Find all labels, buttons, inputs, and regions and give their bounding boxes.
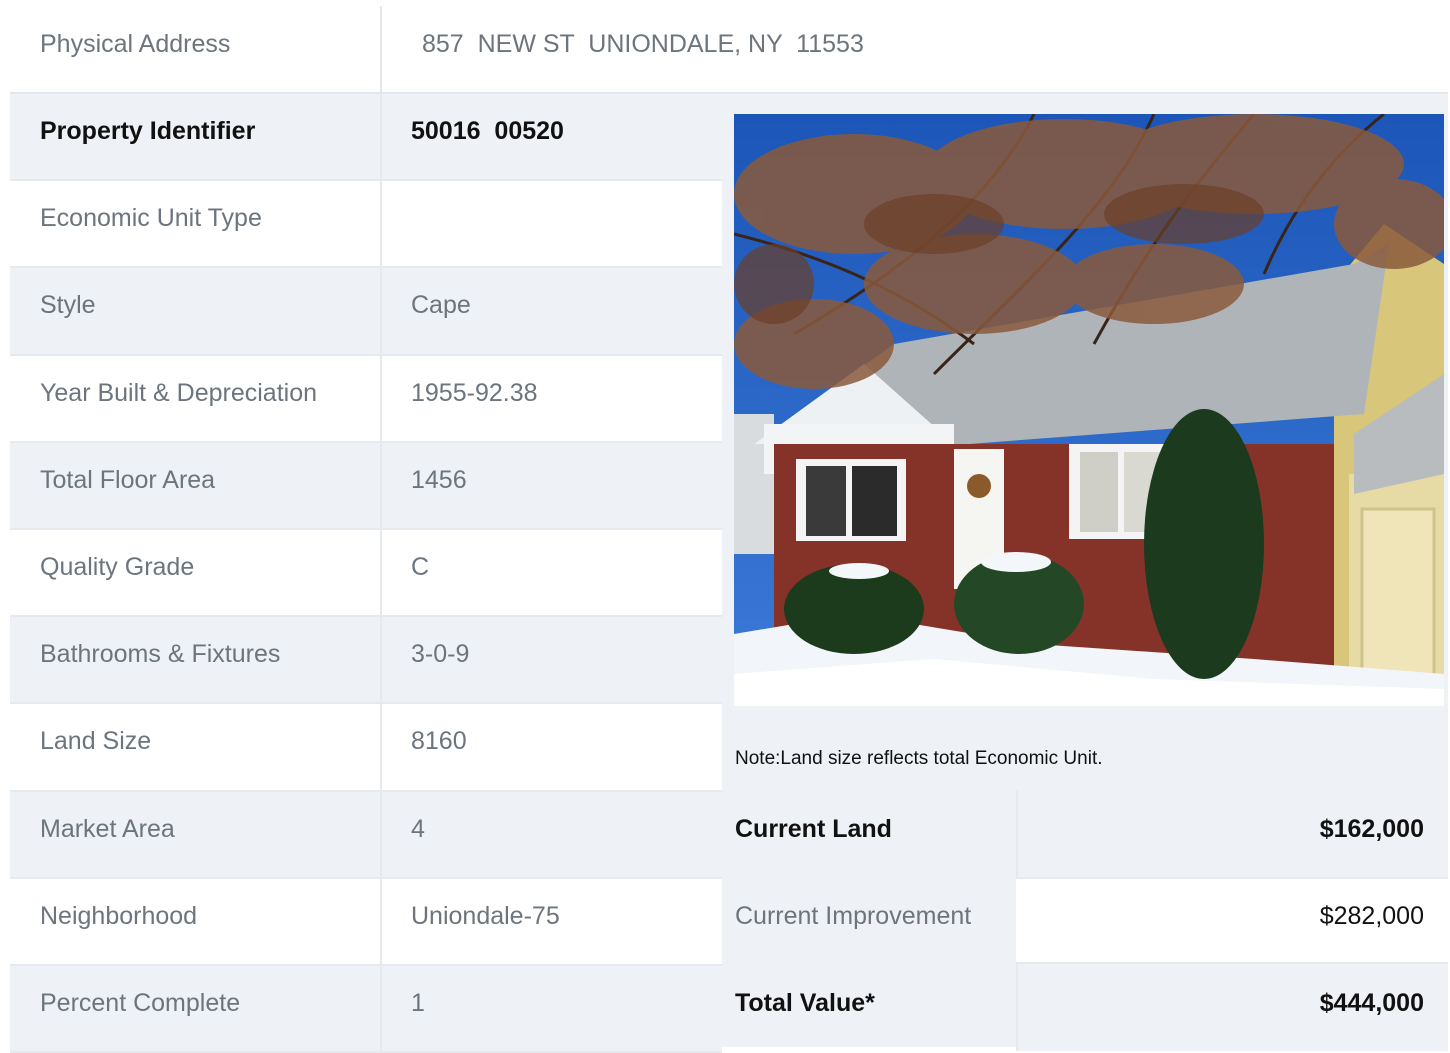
column-divider (380, 442, 382, 528)
detail-label: Bathrooms & Fixtures (40, 640, 281, 669)
detail-value: 1456 (411, 465, 467, 494)
detail-value: 3-0-9 (411, 640, 470, 669)
column-divider (380, 878, 382, 964)
detail-value: 1 (411, 988, 425, 1017)
value-cell: $444,000 (1016, 964, 1448, 1051)
column-divider (380, 965, 382, 1052)
column-divider (380, 791, 382, 877)
detail-label: Neighborhood (40, 901, 198, 930)
detail-value: C (411, 553, 430, 582)
detail-value: 1955-92.38 (411, 378, 538, 407)
detail-row-market-area: Market Area 4 (10, 791, 722, 879)
value-label: Current Improvement (735, 902, 972, 930)
address-row: Physical Address 857 NEW ST UNIONDALE, N… (10, 6, 1448, 94)
detail-row-style: Style Cape (10, 268, 722, 356)
detail-label: Year Built & Depreciation (40, 378, 318, 407)
value-label: Total Value* (735, 989, 875, 1017)
column-divider (380, 181, 382, 267)
value-amount: $282,000 (1319, 902, 1424, 930)
value-cell: $282,000 (1016, 877, 1448, 964)
column-divider (380, 268, 382, 354)
detail-row-total-floor-area: Total Floor Area 1456 (10, 442, 722, 530)
detail-value: 4 (411, 814, 425, 843)
value-label: Current Land (735, 815, 892, 843)
value-row-current-land: Current Land $162,000 (722, 790, 1448, 877)
land-size-note: Note:Land size reflects total Economic U… (735, 748, 1103, 769)
value-row-current-improvement: Current Improvement $282,000 (722, 877, 1448, 964)
detail-label: Style (40, 291, 96, 320)
column-divider (380, 529, 382, 616)
detail-value: Uniondale-75 (411, 901, 560, 930)
value-amount: $162,000 (1319, 815, 1424, 843)
value-cell: $162,000 (1016, 790, 1448, 877)
detail-label: Economic Unit Type (40, 204, 262, 233)
column-divider (380, 617, 382, 703)
detail-label: Total Floor Area (40, 465, 216, 494)
detail-row-land-size: Land Size 8160 (10, 704, 722, 792)
detail-row-bathrooms: Bathrooms & Fixtures 3-0-9 (10, 617, 722, 705)
detail-row-property-identifier: Property Identifier 50016 00520 (10, 94, 722, 182)
detail-label: Market Area (40, 814, 175, 843)
detail-label: Quality Grade (40, 553, 195, 582)
detail-label: Land Size (40, 727, 152, 756)
column-divider (380, 704, 382, 790)
column-divider (380, 94, 382, 180)
house-photo (734, 114, 1444, 706)
address-value: 857 NEW ST UNIONDALE, NY 11553 (422, 30, 864, 58)
detail-value: Cape (411, 291, 471, 320)
detail-row-quality-grade: Quality Grade C (10, 529, 722, 618)
detail-label: Percent Complete (40, 988, 241, 1017)
property-details-table: Property Identifier 50016 00520 Economic… (10, 94, 722, 1053)
detail-value: 50016 00520 (411, 117, 564, 146)
address-label: Physical Address (40, 30, 231, 58)
value-row-total-value: Total Value* $444,000 (722, 964, 1448, 1051)
column-divider (380, 355, 382, 441)
detail-row-neighborhood: Neighborhood Uniondale-75 (10, 878, 722, 966)
detail-row-percent-complete: Percent Complete 1 (10, 965, 722, 1053)
value-amount: $444,000 (1319, 989, 1424, 1017)
detail-label: Property Identifier (40, 117, 256, 146)
column-divider (380, 6, 382, 92)
valuation-panel: Note:Land size reflects total Economic U… (722, 94, 1448, 1051)
detail-row-year-built: Year Built & Depreciation 1955-92.38 (10, 355, 722, 443)
detail-value: 8160 (411, 727, 467, 756)
detail-row-economic-unit-type: Economic Unit Type (10, 181, 722, 269)
